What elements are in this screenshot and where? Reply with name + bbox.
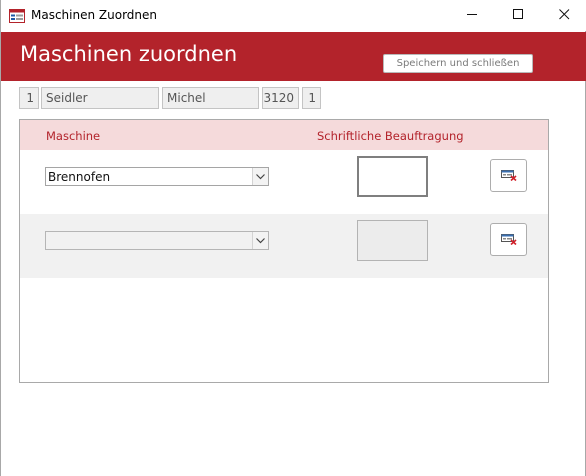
app-window: Maschinen Zuordnen Maschinen zuordnen Sp… [0,0,586,476]
subform-header: Maschine Schriftliche Beauftragung [20,120,548,150]
title-bar: Maschinen Zuordnen [1,0,586,31]
delete-record-icon [500,230,517,249]
last-name-field[interactable]: Seidler [41,87,159,109]
table-row [20,214,548,278]
table-row: Brennofen [20,150,548,214]
first-name-field[interactable]: Michel [162,87,259,109]
beauftragung-attachment[interactable] [357,220,428,261]
save-and-close-button[interactable]: Speichern und schließen [383,54,533,73]
delete-record-icon [500,166,517,185]
number-field[interactable]: 3120 [262,87,299,109]
column-header-maschine: Maschine [46,129,101,143]
column-header-beauftragung: Schriftliche Beauftragung [317,129,464,143]
maschine-combobox[interactable] [45,231,269,250]
flag-field[interactable]: 1 [302,87,321,109]
combobox-value: Brennofen [48,169,111,184]
maschine-combobox[interactable]: Brennofen [45,167,269,186]
maximize-button[interactable] [496,0,540,31]
beauftragung-attachment[interactable] [357,156,428,197]
delete-record-button[interactable] [490,159,527,192]
close-button[interactable] [542,0,586,31]
chevron-down-icon[interactable] [252,168,268,185]
record-id-field[interactable]: 1 [19,87,39,109]
chevron-down-icon[interactable] [252,232,268,249]
minimize-icon [466,8,478,24]
maximize-icon [512,8,524,24]
form-icon [9,8,25,23]
machine-subform: Maschine Schriftliche Beauftragung Brenn… [19,119,549,383]
delete-record-button[interactable] [490,223,527,256]
close-icon [558,8,570,24]
minimize-button[interactable] [450,0,494,31]
window-title: Maschinen Zuordnen [31,8,158,22]
page-title: Maschinen zuordnen [20,42,238,66]
